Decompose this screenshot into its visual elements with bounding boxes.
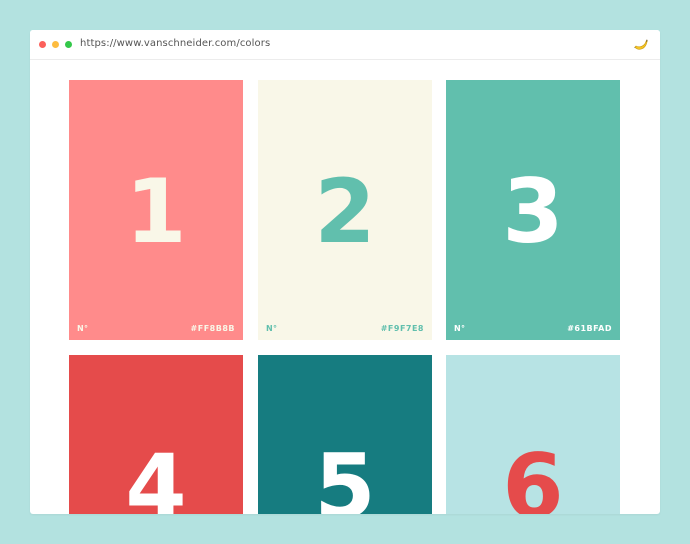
color-card-3[interactable]: 3 N° #61BFAD xyxy=(446,80,620,340)
color-card-2[interactable]: 2 N° #F9F7E8 xyxy=(258,80,432,340)
color-card-6[interactable]: 6 xyxy=(446,355,620,514)
color-card-4[interactable]: 4 xyxy=(69,355,243,514)
hex-code: #61BFAD xyxy=(567,324,612,333)
number-label: N° xyxy=(77,324,89,333)
color-card-1[interactable]: 1 N° #FF8B8B xyxy=(69,80,243,340)
number-label: N° xyxy=(454,324,466,333)
maximize-window-button[interactable] xyxy=(65,41,72,48)
address-bar-url[interactable]: https://www.vanschneider.com/colors xyxy=(80,38,270,49)
number-label: N° xyxy=(266,324,278,333)
color-card-5[interactable]: 5 xyxy=(258,355,432,514)
color-number: 4 xyxy=(125,435,187,515)
browser-window: https://www.vanschneider.com/colors 1 N°… xyxy=(30,30,660,514)
minimize-window-button[interactable] xyxy=(52,41,59,48)
color-number: 3 xyxy=(502,160,564,263)
hex-code: #F9F7E8 xyxy=(380,324,424,333)
color-number: 5 xyxy=(314,435,376,515)
hex-code: #FF8B8B xyxy=(190,324,235,333)
close-window-button[interactable] xyxy=(39,41,46,48)
color-number: 1 xyxy=(125,160,187,263)
color-number: 6 xyxy=(502,435,564,515)
banana-icon[interactable] xyxy=(632,36,650,54)
color-number: 2 xyxy=(314,160,376,263)
browser-titlebar: https://www.vanschneider.com/colors xyxy=(30,30,660,60)
